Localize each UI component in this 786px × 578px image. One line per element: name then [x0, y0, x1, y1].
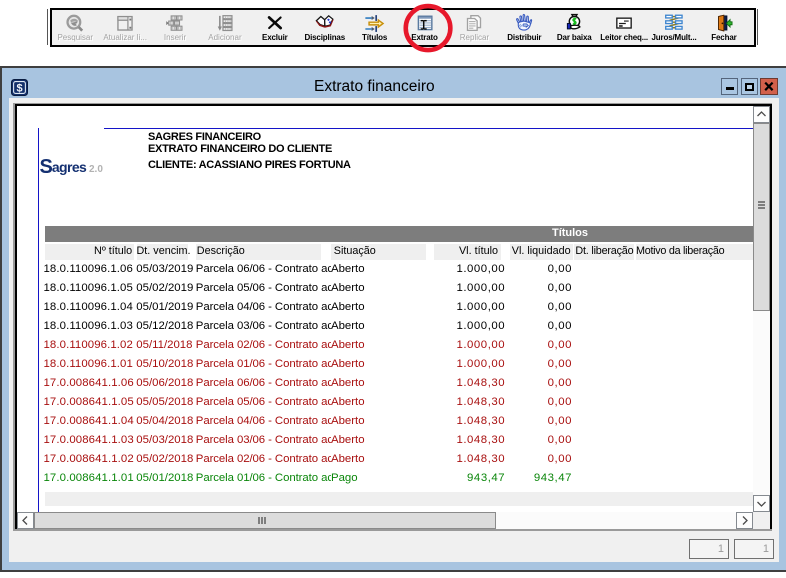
svg-text:$: $ — [16, 82, 22, 94]
